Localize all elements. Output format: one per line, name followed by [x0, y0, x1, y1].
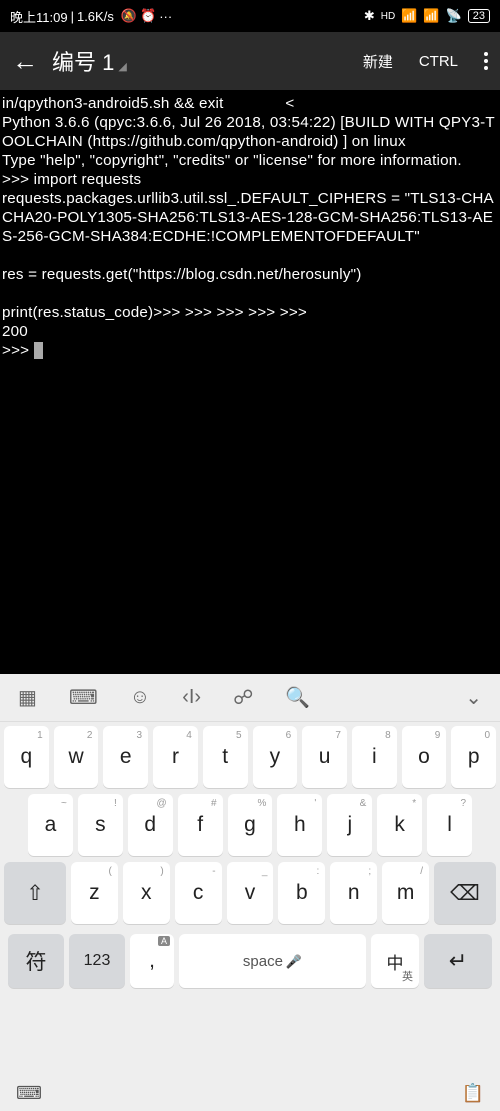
- grid-icon[interactable]: ▦: [18, 685, 37, 710]
- key-o[interactable]: 9o: [402, 726, 447, 788]
- more-status-icon: ···: [159, 9, 172, 24]
- backspace-key[interactable]: ⌫: [434, 862, 496, 924]
- keyboard-toolbar: ▦ ⌨ ☺ ‹I› ☍ 🔍 ⌄: [0, 674, 500, 722]
- key-q[interactable]: 1q: [4, 726, 49, 788]
- bluetooth-icon: ✱: [364, 8, 375, 24]
- emoji-icon[interactable]: ☺: [130, 686, 150, 709]
- key-c[interactable]: -c: [175, 862, 222, 924]
- network-speed: 1.6K/s: [77, 9, 114, 24]
- key-i[interactable]: 8i: [352, 726, 397, 788]
- key-n[interactable]: ;n: [330, 862, 377, 924]
- key-x[interactable]: )x: [123, 862, 170, 924]
- keyboard-row-2: ~a!s@d#f%g'h&j*k?l: [4, 794, 496, 856]
- key-a[interactable]: ~a: [28, 794, 73, 856]
- key-l[interactable]: ?l: [427, 794, 472, 856]
- keyboard-row-1: 1q2w3e4r5t6y7u8i9o0p: [4, 726, 496, 788]
- key-d[interactable]: @d: [128, 794, 173, 856]
- back-arrow-icon[interactable]: ←: [12, 46, 38, 77]
- key-r[interactable]: 4r: [153, 726, 198, 788]
- key-b[interactable]: :b: [278, 862, 325, 924]
- key-f[interactable]: #f: [178, 794, 223, 856]
- key-m[interactable]: /m: [382, 862, 429, 924]
- key-y[interactable]: 6y: [253, 726, 298, 788]
- key-j[interactable]: &j: [327, 794, 372, 856]
- search-icon[interactable]: 🔍: [285, 685, 310, 710]
- shift-key[interactable]: ⇧: [4, 862, 66, 924]
- mic-icon: 🎤: [286, 954, 302, 969]
- key-e[interactable]: 3e: [103, 726, 148, 788]
- alarm-icon: ⏰: [140, 8, 156, 24]
- collapse-icon[interactable]: ⌄: [465, 685, 482, 710]
- hd-icon: HD: [381, 11, 395, 22]
- code-icon[interactable]: ‹I›: [182, 686, 201, 709]
- more-menu-icon[interactable]: [484, 52, 488, 70]
- keyboard-row-4: 符 123 A , space🎤 中 英 ↵: [4, 930, 496, 992]
- key-u[interactable]: 7u: [302, 726, 347, 788]
- lang-key[interactable]: 中 英: [371, 934, 419, 988]
- soft-keyboard: ▦ ⌨ ☺ ‹I› ☍ 🔍 ⌄ 1q2w3e4r5t6y7u8i9o0p ~a!…: [0, 674, 500, 1111]
- status-time: 晚上11:09: [10, 7, 68, 26]
- enter-key[interactable]: ↵: [424, 934, 492, 988]
- key-t[interactable]: 5t: [203, 726, 248, 788]
- keyboard-footer: ⌨ 📋: [0, 1075, 500, 1111]
- key-z[interactable]: (z: [71, 862, 118, 924]
- key-v[interactable]: _v: [227, 862, 274, 924]
- keyboard-row-3: ⇧ (z)x-c_v:b;n/m ⌫: [4, 862, 496, 924]
- terminal-output[interactable]: in/qpython3-android5.sh && exit < Python…: [0, 90, 500, 674]
- space-key[interactable]: space🎤: [179, 934, 366, 988]
- key-g[interactable]: %g: [228, 794, 273, 856]
- key-h[interactable]: 'h: [277, 794, 322, 856]
- key-p[interactable]: 0p: [451, 726, 496, 788]
- dropdown-triangle-icon: ◢: [118, 60, 126, 73]
- mute-icon: 🔕: [121, 8, 137, 24]
- battery-indicator: 23: [468, 9, 490, 23]
- app-title-dropdown[interactable]: 编号 1 ◢: [52, 45, 363, 77]
- key-s[interactable]: !s: [78, 794, 123, 856]
- terminal-cursor: [34, 342, 43, 359]
- keyboard-layout-icon[interactable]: ⌨: [69, 685, 98, 710]
- numeric-key[interactable]: 123: [69, 934, 125, 988]
- wifi-icon: 📡: [446, 8, 462, 24]
- new-button[interactable]: 新建: [363, 51, 393, 72]
- symbol-key[interactable]: 符: [8, 934, 64, 988]
- comma-key[interactable]: A ,: [130, 934, 174, 988]
- ctrl-button[interactable]: CTRL: [419, 53, 458, 70]
- keyboard-switch-icon[interactable]: ⌨: [16, 1083, 42, 1104]
- signal-icon-2: 📶: [423, 8, 439, 24]
- key-k[interactable]: *k: [377, 794, 422, 856]
- clipboard-icon[interactable]: 📋: [462, 1083, 484, 1104]
- app-toolbar: ← 编号 1 ◢ 新建 CTRL: [0, 32, 500, 90]
- status-bar: 晚上11:09 | 1.6K/s 🔕 ⏰ ··· ✱ HD 📶 📶 📡 23: [0, 0, 500, 32]
- link-icon[interactable]: ☍: [233, 685, 253, 710]
- signal-icon: 📶: [401, 8, 417, 24]
- key-w[interactable]: 2w: [54, 726, 99, 788]
- a-badge-icon: A: [158, 936, 170, 946]
